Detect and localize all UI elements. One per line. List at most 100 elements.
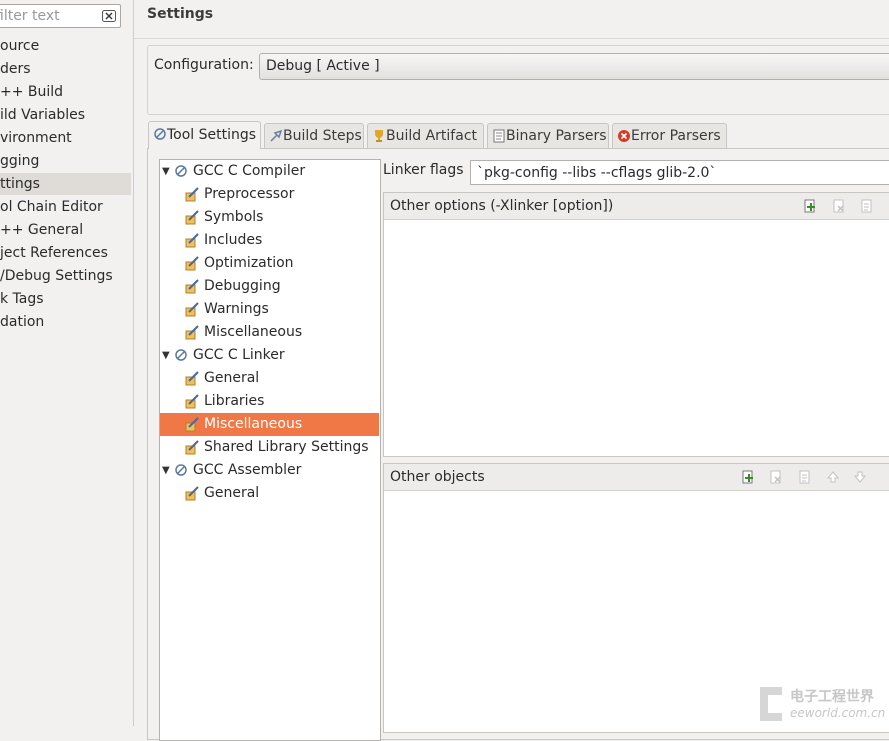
nav-item[interactable]: gging — [0, 150, 131, 172]
filter-input[interactable] — [0, 7, 95, 25]
filter-box — [0, 4, 121, 28]
move-down-icon[interactable] — [853, 470, 867, 484]
tree-option-node[interactable]: General — [160, 367, 379, 390]
tool-settings-icon — [154, 128, 166, 140]
tree-node-label: GCC C Linker — [193, 347, 285, 363]
tree-node-label: Optimization — [204, 255, 294, 271]
tree-option-node[interactable]: Miscellaneous — [160, 321, 379, 344]
binary-parsers-icon — [493, 129, 505, 143]
option-category-icon — [185, 187, 199, 202]
tree-node-label: General — [204, 485, 260, 501]
option-category-icon — [185, 440, 199, 455]
tree-node-label: Miscellaneous — [204, 416, 303, 432]
tab-build-artifact[interactable]: Build Artifact — [367, 123, 484, 148]
build-steps-icon — [270, 129, 283, 142]
expand-arrow-icon[interactable]: ▼ — [162, 344, 172, 367]
add-icon[interactable] — [741, 470, 755, 484]
nav-item[interactable]: ders — [0, 58, 131, 80]
tree-option-node[interactable]: Optimization — [160, 252, 379, 275]
nav-item[interactable]: vironment — [0, 127, 131, 149]
option-category-icon — [185, 417, 199, 432]
tab-binary-parsers[interactable]: Binary Parsers — [487, 123, 609, 148]
watermark-text-cn: 电子工程世界 — [790, 689, 874, 705]
edit-icon[interactable] — [798, 470, 812, 484]
tree-tool-node[interactable]: ▼ GCC C Linker — [160, 344, 379, 367]
tree-option-node[interactable]: Debugging — [160, 275, 379, 298]
tab-label: Tool Settings — [167, 127, 257, 143]
option-category-icon — [185, 371, 199, 386]
tree-option-node[interactable]: Miscellaneous — [160, 413, 379, 436]
tool-icon — [175, 165, 187, 177]
add-icon[interactable] — [803, 199, 817, 213]
other-objects-header: Other objects — [384, 464, 889, 491]
tool-icon — [175, 464, 187, 476]
edit-icon[interactable] — [860, 199, 874, 213]
watermark-text-en: eeworld.com.cn — [790, 706, 886, 720]
nav-item[interactable]: ++ Build — [0, 81, 131, 103]
tree-node-label: Miscellaneous — [204, 324, 303, 340]
nav-item[interactable]: ject References — [0, 242, 131, 264]
tree-option-node[interactable]: Libraries — [160, 390, 379, 413]
linker-flags-input[interactable] — [470, 160, 889, 185]
other-objects-title: Other objects — [390, 469, 485, 485]
configuration-label: Configuration: — [154, 57, 254, 73]
left-navigation-pane: ourceders++ Buildild Variablesvironmentg… — [0, 0, 134, 726]
tree-node-label: General — [204, 370, 260, 386]
tree-node-label: Symbols — [204, 209, 264, 225]
tree-option-node[interactable]: Shared Library Settings — [160, 436, 379, 459]
tree-node-label: Preprocessor — [204, 186, 295, 202]
option-category-icon — [185, 210, 199, 225]
delete-icon[interactable] — [769, 470, 783, 484]
tree-option-node[interactable]: Includes — [160, 229, 379, 252]
tree-node-label: Warnings — [204, 301, 269, 317]
nav-item[interactable]: ttings — [0, 173, 131, 195]
tool-icon — [175, 349, 187, 361]
linker-flags-label: Linker flags — [383, 162, 464, 178]
tree-option-node[interactable]: Symbols — [160, 206, 379, 229]
option-category-icon — [185, 279, 199, 294]
expand-arrow-icon[interactable]: ▼ — [162, 459, 172, 482]
tree-node-label: Libraries — [204, 393, 265, 409]
expand-arrow-icon[interactable]: ▼ — [162, 160, 172, 183]
nav-item[interactable]: ol Chain Editor — [0, 196, 131, 218]
option-category-icon — [185, 486, 199, 501]
tree-option-node[interactable]: Preprocessor — [160, 183, 379, 206]
tree-node-label: Debugging — [204, 278, 281, 294]
tree-node-label: GCC C Compiler — [193, 163, 306, 179]
nav-item[interactable]: /Debug Settings — [0, 265, 131, 287]
title-divider — [134, 38, 889, 39]
tree-tool-node[interactable]: ▼ GCC Assembler — [160, 459, 379, 482]
other-options-title: Other options (-Xlinker [option]) — [390, 198, 614, 214]
configuration-select[interactable]: Debug [ Active ] — [259, 53, 889, 80]
delete-icon[interactable] — [832, 199, 846, 213]
nav-item[interactable]: ource — [0, 35, 131, 57]
nav-item[interactable]: ++ General — [0, 219, 131, 241]
option-category-icon — [185, 256, 199, 271]
build-artifact-icon — [375, 130, 383, 142]
tab-error-parsers[interactable]: Error Parsers — [612, 123, 727, 148]
page-title: Settings — [147, 6, 214, 22]
option-category-icon — [185, 302, 199, 317]
error-parsers-icon — [618, 130, 630, 142]
option-category-icon — [185, 233, 199, 248]
option-category-icon — [185, 325, 199, 340]
tab-tool-settings[interactable]: Tool Settings — [148, 121, 261, 149]
nav-item[interactable]: ild Variables — [0, 104, 131, 126]
tree-node-label: Shared Library Settings — [204, 439, 369, 455]
other-options-header: Other options (-Xlinker [option]) — [384, 193, 889, 220]
tab-label: Build Artifact — [386, 128, 477, 144]
other-options-panel: Other options (-Xlinker [option]) — [383, 192, 889, 457]
nav-item[interactable]: k Tags — [0, 288, 131, 310]
tree-node-label: Includes — [204, 232, 263, 248]
tree-option-node[interactable]: Warnings — [160, 298, 379, 321]
tab-label: Build Steps — [283, 128, 362, 144]
tab-build-steps[interactable]: Build Steps — [264, 123, 364, 148]
option-category-icon — [185, 394, 199, 409]
move-up-icon[interactable] — [826, 470, 840, 484]
clear-filter-icon[interactable] — [102, 10, 116, 22]
tree-node-label: GCC Assembler — [193, 462, 302, 478]
tab-label: Binary Parsers — [506, 128, 607, 144]
nav-item[interactable]: dation — [0, 311, 131, 333]
tree-option-node[interactable]: General — [160, 482, 379, 505]
tree-tool-node[interactable]: ▼ GCC C Compiler — [160, 160, 379, 183]
